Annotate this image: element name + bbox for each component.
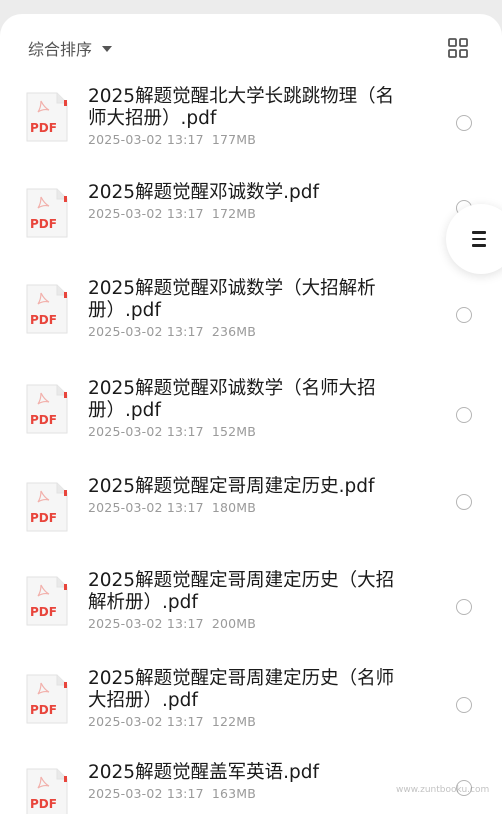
- pdf-label: PDF: [30, 797, 57, 811]
- file-list-sheet: 综合排序 PDF 2025解题觉醒北大学长跳跳物理（名师大招册）.pdf 2025-…: [0, 14, 502, 814]
- file-size: 180MB: [211, 500, 257, 515]
- watermark: www.zuntbooku.com: [396, 785, 490, 795]
- pdf-label: PDF: [30, 703, 57, 717]
- file-meta: 2025-03-02 13:17 172MB: [88, 206, 256, 221]
- toolbar: 综合排序: [0, 14, 502, 76]
- file-row[interactable]: PDF 2025解题觉醒盖军英语.pdf 2025-03-02 13:17 163MB: [0, 752, 502, 814]
- file-size: 122MB: [211, 714, 257, 729]
- select-radio[interactable]: [456, 494, 472, 510]
- caret-down-icon: [102, 46, 113, 52]
- select-radio[interactable]: [456, 599, 472, 615]
- pdf-file-icon: PDF: [26, 674, 68, 724]
- sort-dropdown[interactable]: 综合排序: [28, 36, 113, 60]
- file-row[interactable]: PDF 2025解题觉醒邓诚数学.pdf 2025-03-02 13:17 172MB: [0, 172, 502, 268]
- file-title: 2025解题觉醒定哥周建定历史（大招解析册）.pdf: [88, 570, 395, 613]
- pdf-label: PDF: [30, 313, 57, 327]
- file-size: 172MB: [211, 206, 257, 221]
- select-radio[interactable]: [456, 115, 472, 131]
- file-date: 2025-03-02 13:17: [88, 616, 204, 631]
- menu-icon: [472, 231, 486, 247]
- file-size: 152MB: [211, 424, 257, 439]
- file-date: 2025-03-02 13:17: [88, 206, 204, 221]
- file-row[interactable]: PDF 2025解题觉醒北大学长跳跳物理（名师大招册）.pdf 2025-03-02…: [0, 76, 502, 172]
- pdf-file-icon: PDF: [26, 188, 68, 238]
- file-title: 2025解题觉醒定哥周建定历史.pdf: [88, 476, 375, 497]
- file-row[interactable]: PDF 2025解题觉醒定哥周建定历史.pdf 2025-03-02 13:17 18…: [0, 466, 502, 562]
- file-meta: 2025-03-02 13:17 152MB: [88, 424, 256, 439]
- pdf-label: PDF: [30, 511, 57, 525]
- file-row[interactable]: PDF 2025解题觉醒定哥周建定历史（大招解析册）.pdf 2025-03-02 …: [0, 560, 502, 656]
- file-meta: 2025-03-02 13:17 236MB: [88, 324, 256, 339]
- file-title: 2025解题觉醒邓诚数学.pdf: [88, 182, 319, 203]
- file-title: 2025解题觉醒邓诚数学（大招解析册）.pdf: [88, 278, 376, 321]
- file-date: 2025-03-02 13:17: [88, 424, 204, 439]
- select-radio[interactable]: [456, 407, 472, 423]
- pdf-file-icon: PDF: [26, 92, 68, 142]
- pdf-label: PDF: [30, 605, 57, 619]
- file-meta: 2025-03-02 13:17 163MB: [88, 786, 256, 801]
- file-date: 2025-03-02 13:17: [88, 132, 204, 147]
- file-row[interactable]: PDF 2025解题觉醒邓诚数学（大招解析册）.pdf 2025-03-02 13:…: [0, 268, 502, 364]
- pdf-file-icon: PDF: [26, 284, 68, 334]
- file-size: 236MB: [211, 324, 257, 339]
- select-radio[interactable]: [456, 697, 472, 713]
- file-size: 163MB: [211, 786, 257, 801]
- pdf-file-icon: PDF: [26, 482, 68, 532]
- file-title: 2025解题觉醒定哥周建定历史（名师大招册）.pdf: [88, 668, 395, 711]
- file-size: 200MB: [211, 616, 257, 631]
- file-meta: 2025-03-02 13:17 180MB: [88, 500, 256, 515]
- sort-label: 综合排序: [28, 40, 93, 59]
- file-date: 2025-03-02 13:17: [88, 500, 204, 515]
- file-title: 2025解题觉醒邓诚数学（名师大招册）.pdf: [88, 378, 376, 421]
- file-meta: 2025-03-02 13:17 177MB: [88, 132, 256, 147]
- pdf-file-icon: PDF: [26, 768, 68, 814]
- file-title: 2025解题觉醒北大学长跳跳物理（名师大招册）.pdf: [88, 86, 395, 129]
- file-date: 2025-03-02 13:17: [88, 324, 204, 339]
- grid-view-icon[interactable]: [448, 38, 468, 58]
- file-row[interactable]: PDF 2025解题觉醒邓诚数学（名师大招册）.pdf 2025-03-02 13:…: [0, 368, 502, 464]
- file-size: 177MB: [211, 132, 257, 147]
- file-row[interactable]: PDF 2025解题觉醒定哥周建定历史（名师大招册）.pdf 2025-03-02 …: [0, 658, 502, 754]
- pdf-label: PDF: [30, 413, 57, 427]
- file-date: 2025-03-02 13:17: [88, 786, 204, 801]
- pdf-label: PDF: [30, 217, 57, 231]
- pdf-label: PDF: [30, 121, 57, 135]
- file-title: 2025解题觉醒盖军英语.pdf: [88, 762, 319, 783]
- pdf-file-icon: PDF: [26, 576, 68, 626]
- file-meta: 2025-03-02 13:17 200MB: [88, 616, 256, 631]
- file-meta: 2025-03-02 13:17 122MB: [88, 714, 256, 729]
- pdf-file-icon: PDF: [26, 384, 68, 434]
- select-radio[interactable]: [456, 307, 472, 323]
- file-date: 2025-03-02 13:17: [88, 714, 204, 729]
